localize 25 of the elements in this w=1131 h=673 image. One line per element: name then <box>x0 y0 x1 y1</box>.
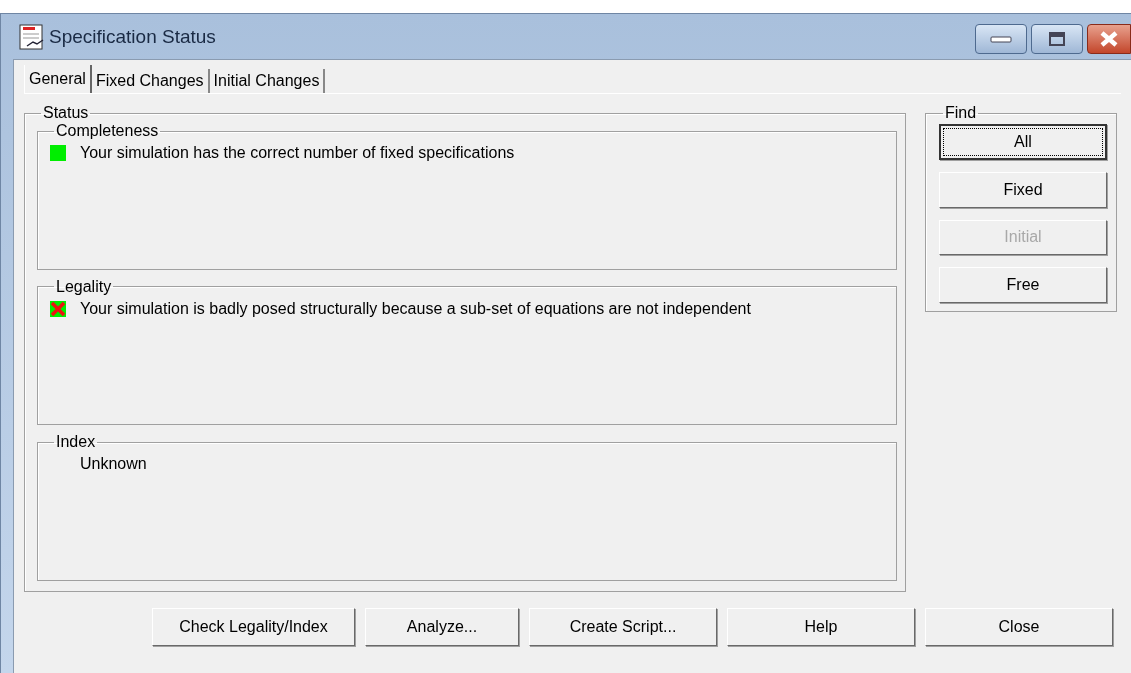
section-label: Completeness <box>55 122 160 140</box>
dialog-button[interactable]: Create Script... <box>529 608 717 646</box>
maximize-button[interactable] <box>1031 24 1083 54</box>
dialog-button[interactable]: Analyze... <box>365 608 519 646</box>
section-label: Legality <box>55 277 113 296</box>
group-label: Find <box>944 104 978 122</box>
find-button[interactable]: Fixed <box>939 171 1107 208</box>
dialog-button[interactable]: Check Legality/Index <box>152 608 355 646</box>
status-message: Your simulation has the correct number of fixed specifications <box>80 144 515 162</box>
minimize-button[interactable] <box>975 24 1027 54</box>
tab[interactable]: General <box>24 65 92 93</box>
dialog-button[interactable]: Close <box>925 608 1113 646</box>
find-button[interactable]: All <box>939 124 1107 160</box>
section-label: Index <box>55 433 97 452</box>
close-button[interactable] <box>1087 24 1131 54</box>
window-title: Specification Status <box>49 25 217 48</box>
status-message: Unknown <box>80 455 147 474</box>
status-message: Your simulation is badly posed structurally because a sub-set of equations are not independent <box>80 299 751 318</box>
group-label: Status <box>42 104 90 122</box>
minimize-icon <box>990 35 1012 43</box>
maximize-icon <box>1048 31 1066 47</box>
close-icon <box>1098 30 1120 48</box>
dialog-button[interactable]: Help <box>727 608 915 646</box>
find-button[interactable]: Free <box>939 267 1107 303</box>
app-icon <box>19 23 45 50</box>
